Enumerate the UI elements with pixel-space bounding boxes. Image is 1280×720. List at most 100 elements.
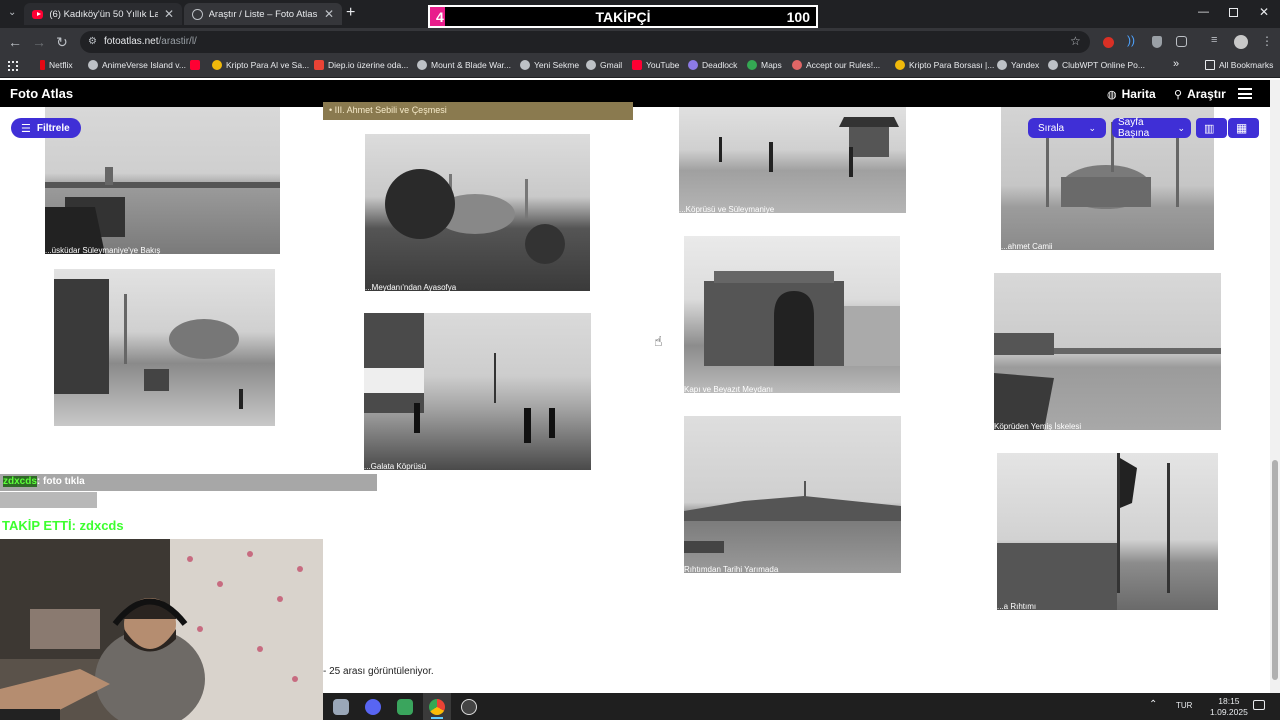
per-page-select-label: Sayfa Başına [1118,117,1150,139]
tab-search-chevron[interactable]: ⌄ [8,7,16,18]
active-app-indicator [431,717,443,719]
rules-icon [792,60,802,70]
restore-button[interactable] [1229,8,1238,17]
photo-caption: Kapı ve Beyazıt Meydanı [684,385,773,393]
photo-image [385,169,565,264]
reading-list-icon[interactable]: ≡ [1211,34,1225,48]
photo-card[interactable]: Rıhtımdan Tarihi Yarımada [684,416,901,573]
bookmark-label: Accept our Rules!... [806,60,881,70]
forward-button[interactable]: → [30,33,48,51]
taskbar-clock[interactable]: 18:15 1.09.2025 [1210,696,1248,718]
new-tab-button[interactable]: + [346,4,355,22]
reload-button[interactable]: ↻ [53,33,71,51]
clock-date: 1.09.2025 [1210,707,1248,717]
photo-card[interactable]: ...Galata Köprüsü [364,313,591,470]
close-window-button[interactable]: ✕ [1259,5,1269,19]
address-bar[interactable]: ⚙ fotoatlas.net/arastir/l/ ☆ [80,31,1090,53]
bookmark-animeverse[interactable]: AnimeVerse Island v... [88,60,186,70]
url-text[interactable]: fotoatlas.net/arastir/l/ [104,36,197,47]
back-button[interactable]: ← [6,33,24,51]
bookmark-kripto-borsasi[interactable]: Kripto Para Borsası |... [895,60,994,70]
minimize-button[interactable]: — [1198,6,1209,18]
star-icon[interactable]: ☆ [1070,34,1081,48]
per-page-select[interactable]: Sayfa Başına ⌄ [1112,117,1191,139]
chrome-icon[interactable] [429,699,445,715]
bookmark-label: All Bookmarks [1219,60,1274,70]
grid-view-button[interactable]: ▦ [1228,118,1259,138]
photo-card[interactable]: ...Köprüsü ve Süleymaniye [679,107,906,213]
tab-youtube[interactable]: (6) Kadıköy'ün 50 Yıllık Lahmacı ✕ [24,3,182,25]
map-view-button[interactable]: ▥ [1196,118,1227,138]
close-icon[interactable]: ✕ [164,7,174,21]
input-language[interactable]: TUR [1176,701,1192,710]
scrollbar-thumb[interactable] [1272,460,1278,680]
extension-red-icon[interactable] [1103,37,1114,48]
bookmark-mount-blade[interactable]: Mount & Blade War... [417,60,511,70]
globe-icon: ◍ [1107,88,1117,101]
bookmark-yandex[interactable]: Yandex [997,60,1039,70]
apps-grid-icon[interactable] [8,61,18,71]
filter-button[interactable]: ☰ Filtrele [11,118,81,138]
shield-icon[interactable] [1152,36,1162,48]
person-search-icon: ⚲ [1174,88,1183,101]
extensions-puzzle-icon[interactable] [1176,36,1187,47]
page-scrollbar[interactable] [1270,80,1280,693]
bookmark-yeni-sekme[interactable]: Yeni Sekme [520,60,579,70]
bookmark-diep[interactable]: Diep.io üzerine oda... [314,60,408,70]
netflix-icon [40,60,45,70]
notifications-icon[interactable] [1253,700,1265,710]
goal-title: TAKİPÇİ [595,9,651,25]
hand-cursor-icon: ☝ [654,333,663,349]
app-green-icon[interactable] [397,699,413,715]
bookmark-youtube[interactable]: YouTube [632,60,679,70]
bookmarks-overflow-button[interactable]: » [1173,58,1179,70]
bookmark-clubwpt[interactable]: ClubWPT Online Po... [1048,60,1145,70]
map-link[interactable]: ◍ Harita [1107,87,1156,101]
discord-icon[interactable] [365,699,381,715]
url-path: /arastir/l/ [158,36,197,47]
site-info-icon[interactable]: ⚙ [88,36,97,47]
shield-icon [688,60,698,70]
speaker-icon[interactable] [1156,700,1157,701]
hamburger-menu-icon[interactable] [1238,88,1252,99]
grid-icon: ▦ [1236,121,1248,135]
tab-foto-atlas[interactable]: Araştır / Liste – Foto Atlas ✕ [184,3,342,25]
photo-image [704,271,900,366]
search-link[interactable]: ⚲ Araştır [1174,87,1226,101]
bookmark-rules[interactable]: Accept our Rules!... [792,60,880,70]
photo-card[interactable]: ...a Rıhtımı [997,453,1218,610]
youtube-icon [32,9,44,19]
bookmark-label: YouTube [646,60,680,70]
photo-card[interactable]: Kapı ve Beyazıt Meydanı [684,236,900,393]
all-bookmarks-button[interactable]: All Bookmarks [1205,60,1273,70]
site-logo[interactable]: Foto Atlas [10,86,73,101]
bookmark-kripto-al[interactable]: Kripto Para Al ve Sa... [190,60,309,70]
photo-caption: Köprüden Yemiş İskelesi [994,422,1082,430]
globe-icon [997,60,1007,70]
chevron-down-icon: ⌄ [1177,122,1185,133]
extension-audio-icon[interactable]: )) [1127,33,1141,47]
photo-image [997,453,1170,610]
file-explorer-icon[interactable] [333,699,349,715]
bookmark-maps[interactable]: Maps [747,60,782,70]
bookmark-gmail[interactable]: Gmail [586,60,622,70]
obs-icon[interactable] [461,699,477,715]
close-icon[interactable]: ✕ [324,7,334,21]
sort-select[interactable]: Sırala ⌄ [1028,118,1106,138]
search-link-label: Araştır [1187,87,1226,101]
bookmark-netflix[interactable]: Netflix [40,60,73,70]
youtube-icon [190,60,200,70]
filter-button-label: Filtrele [36,122,70,134]
photo-card[interactable]: ...Meydanı'ndan Ayasofya [365,134,590,291]
youtube-icon [632,60,642,70]
photo-caption: ...Meydanı'ndan Ayasofya [365,283,457,291]
globe-icon [88,60,98,70]
kebab-menu-icon[interactable]: ⋮ [1261,34,1273,48]
site-header: Foto Atlas ◍ Harita ⚲ Araştır [0,80,1270,107]
photo-card[interactable]: Köprüden Yemiş İskelesi [994,273,1221,430]
folder-icon [1205,60,1215,70]
binance-icon [212,60,222,70]
photo-card[interactable] [54,269,275,426]
bookmark-deadlock[interactable]: Deadlock [688,60,737,70]
profile-avatar[interactable] [1234,35,1248,49]
